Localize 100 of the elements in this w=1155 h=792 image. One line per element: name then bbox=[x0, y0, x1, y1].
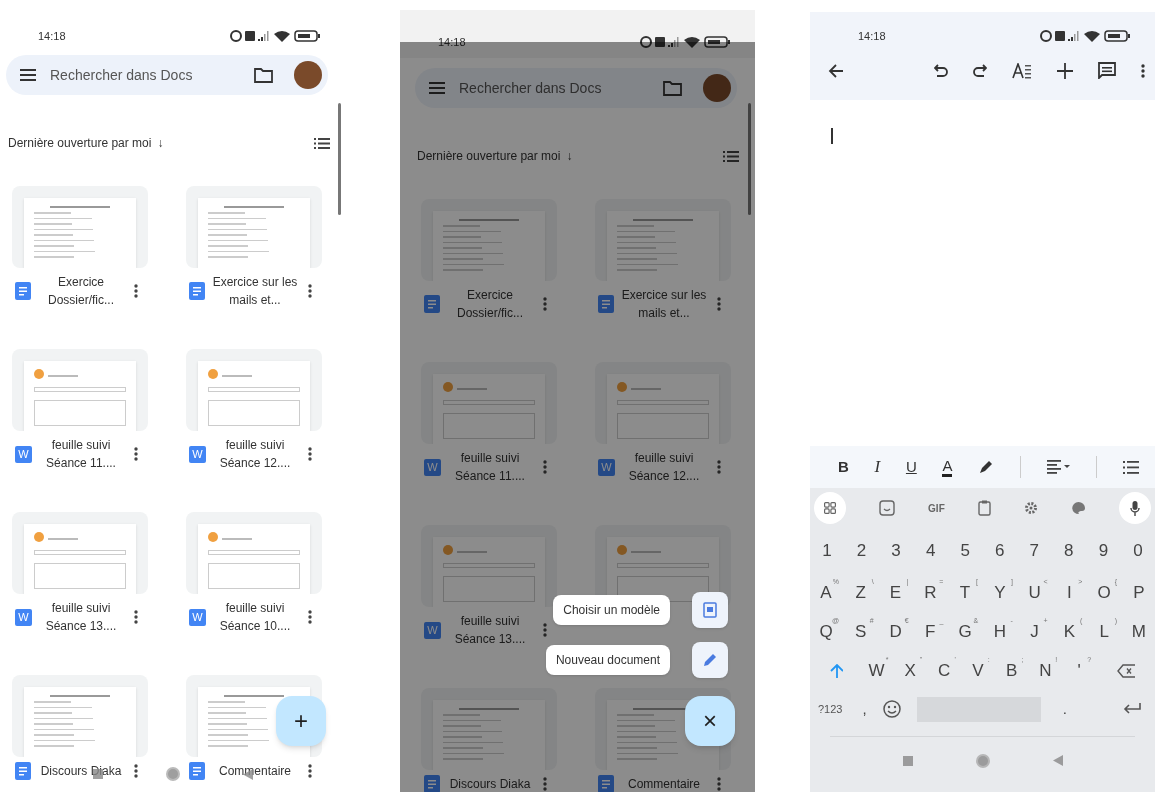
document-thumbnail[interactable] bbox=[421, 688, 557, 770]
keyboard-key[interactable]: 9 bbox=[1093, 538, 1114, 564]
avatar[interactable] bbox=[703, 74, 731, 102]
period-key[interactable]: . bbox=[1062, 697, 1067, 721]
file-name[interactable]: feuille suivi Séance 13.... bbox=[38, 599, 124, 635]
menu-icon[interactable] bbox=[20, 69, 36, 81]
keyboard-key[interactable]: 3 bbox=[886, 538, 907, 564]
document-thumbnail[interactable] bbox=[12, 675, 148, 757]
settings-icon[interactable] bbox=[1023, 501, 1038, 515]
folder-icon[interactable] bbox=[663, 80, 682, 96]
text-format-icon[interactable] bbox=[1012, 62, 1032, 79]
document-thumbnail[interactable] bbox=[421, 525, 557, 607]
microphone-icon[interactable] bbox=[1118, 492, 1151, 524]
search-field[interactable]: Rechercher dans Docs bbox=[415, 68, 737, 108]
gif-key[interactable]: GIF bbox=[928, 500, 945, 516]
format-button[interactable]: A bbox=[942, 457, 953, 477]
more-icon[interactable] bbox=[134, 447, 138, 461]
sort-arrow[interactable]: ↓ bbox=[566, 147, 573, 165]
more-icon[interactable] bbox=[543, 623, 547, 637]
file-name[interactable]: feuille suivi Séance 12.... bbox=[212, 436, 298, 472]
keyboard-key[interactable]: P bbox=[1127, 582, 1150, 603]
keyboard-key[interactable]: 2 bbox=[851, 538, 872, 564]
file-name[interactable]: feuille suivi Séance 10.... bbox=[212, 599, 298, 635]
more-icon[interactable] bbox=[308, 610, 312, 624]
more-icon[interactable] bbox=[308, 447, 312, 461]
more-icon[interactable] bbox=[717, 777, 721, 791]
more-icon[interactable] bbox=[1141, 63, 1145, 78]
file-name[interactable]: feuille suivi Séance 11.... bbox=[447, 449, 533, 485]
file-name[interactable]: Commentaire bbox=[212, 762, 298, 780]
redo-icon[interactable] bbox=[973, 63, 987, 78]
document-thumbnail[interactable] bbox=[421, 199, 557, 281]
fab-menu-button[interactable] bbox=[692, 642, 728, 678]
more-icon[interactable] bbox=[543, 460, 547, 474]
apps-icon[interactable] bbox=[814, 492, 846, 524]
file-name[interactable]: Exercice sur les mails et... bbox=[621, 286, 707, 322]
fab-menu-option[interactable]: Choisir un modèle bbox=[553, 595, 670, 625]
avatar[interactable] bbox=[294, 61, 322, 89]
file-name[interactable]: Exercice sur les mails et... bbox=[212, 273, 298, 309]
more-icon[interactable] bbox=[717, 460, 721, 474]
backspace-icon[interactable] bbox=[1117, 663, 1136, 678]
more-icon[interactable] bbox=[134, 610, 138, 624]
sort-label[interactable]: Dernière ouverture par moi bbox=[417, 147, 561, 165]
document-thumbnail[interactable] bbox=[186, 186, 322, 268]
fab-menu-button[interactable] bbox=[692, 592, 728, 628]
highlighter-icon[interactable] bbox=[978, 459, 995, 475]
folder-icon[interactable] bbox=[254, 67, 273, 83]
document-thumbnail[interactable] bbox=[186, 512, 322, 594]
format-button[interactable]: B bbox=[838, 455, 849, 479]
document-thumbnail[interactable] bbox=[421, 362, 557, 444]
comment-icon[interactable] bbox=[1098, 62, 1116, 79]
keyboard-key[interactable]: 8 bbox=[1058, 538, 1079, 564]
more-icon[interactable] bbox=[308, 764, 312, 778]
document-thumbnail[interactable] bbox=[12, 349, 148, 431]
keyboard-key[interactable]: 1 bbox=[817, 538, 837, 564]
clipboard-icon[interactable] bbox=[977, 500, 991, 516]
file-name[interactable]: Exercice Dossier/fic... bbox=[447, 286, 533, 322]
shift-icon[interactable] bbox=[830, 663, 843, 678]
new-document-fab[interactable]: + bbox=[276, 696, 326, 746]
palette-icon[interactable] bbox=[1070, 501, 1086, 515]
file-name[interactable]: Discours Diaka bbox=[38, 762, 124, 780]
menu-icon[interactable] bbox=[429, 82, 445, 94]
emoji-icon[interactable] bbox=[882, 700, 901, 718]
more-icon[interactable] bbox=[543, 297, 547, 311]
more-icon[interactable] bbox=[543, 777, 547, 791]
keyboard-key[interactable]: M bbox=[1127, 621, 1150, 642]
close-fab[interactable]: × bbox=[685, 696, 735, 746]
file-name[interactable]: Exercice Dossier/fic... bbox=[38, 273, 124, 309]
align-icon[interactable] bbox=[1046, 460, 1071, 474]
more-icon[interactable] bbox=[134, 764, 138, 778]
sort-label[interactable]: Dernière ouverture par moi bbox=[8, 134, 152, 152]
list-view-icon[interactable] bbox=[314, 137, 330, 149]
document-thumbnail[interactable] bbox=[595, 362, 731, 444]
file-name[interactable]: feuille suivi Séance 11.... bbox=[38, 436, 124, 472]
format-button[interactable]: U bbox=[905, 455, 917, 479]
keyboard-key[interactable]: 4 bbox=[920, 538, 941, 564]
home-icon[interactable] bbox=[164, 766, 181, 782]
keyboard-key[interactable]: 7 bbox=[1024, 538, 1045, 564]
more-icon[interactable] bbox=[134, 284, 138, 298]
list-view-icon[interactable] bbox=[723, 150, 739, 162]
document-thumbnail[interactable] bbox=[186, 349, 322, 431]
format-button[interactable]: I bbox=[874, 454, 881, 480]
keyboard-key[interactable]: 5 bbox=[955, 538, 976, 564]
symbols-key[interactable]: ?123 bbox=[818, 700, 843, 718]
file-name[interactable]: feuille suivi Séance 13.... bbox=[447, 612, 533, 648]
file-name[interactable]: Commentaire bbox=[621, 775, 707, 792]
back-arrow-icon[interactable] bbox=[828, 63, 844, 78]
sort-arrow[interactable]: ↓ bbox=[157, 134, 164, 152]
scrollbar[interactable] bbox=[748, 103, 751, 215]
more-icon[interactable] bbox=[717, 297, 721, 311]
document-thumbnail[interactable] bbox=[12, 186, 148, 268]
fab-menu-option[interactable]: Nouveau document bbox=[545, 645, 670, 675]
comma-key[interactable]: , bbox=[862, 697, 867, 721]
insert-icon[interactable] bbox=[1057, 62, 1073, 79]
keyboard-key[interactable]: 0 bbox=[1127, 538, 1148, 564]
list-icon[interactable] bbox=[1123, 460, 1139, 474]
keyboard-key[interactable]: 6 bbox=[989, 538, 1010, 564]
more-icon[interactable] bbox=[308, 284, 312, 298]
document-thumbnail[interactable] bbox=[12, 512, 148, 594]
sticker-icon[interactable] bbox=[879, 500, 896, 516]
document-thumbnail[interactable] bbox=[595, 199, 731, 281]
